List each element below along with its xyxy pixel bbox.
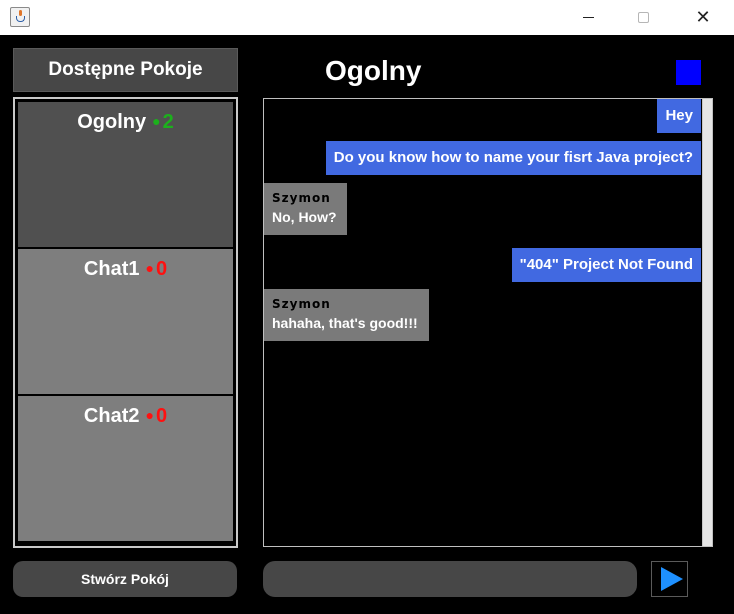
room-name: Chat2 [83,405,140,427]
message-sender: Szymon [272,191,331,205]
minimize-icon [582,17,594,18]
minimize-button[interactable] [565,0,611,35]
message-bubble-received: Szymon hahaha, that's good!!! [264,289,429,341]
room-name: Ogolny [77,111,147,133]
maximize-button[interactable] [620,0,666,35]
close-icon: ✕ [695,7,711,28]
status-indicator [676,60,701,85]
message-bubble-sent: Hey [657,99,701,133]
chat-title: Ogolny [325,55,422,86]
room-item-chat2[interactable]: Chat2 ● 0 [17,395,234,542]
create-room-button[interactable]: Stwórz Pokój [13,561,237,597]
window-titlebar: ✕ [0,0,734,35]
room-user-count: 0 [155,405,168,427]
offline-dot-icon: ● [145,260,154,276]
room-user-count: 0 [155,258,168,280]
rooms-header: Dostępne Pokoje [13,48,238,92]
play-arrow-icon [660,567,683,591]
room-item-chat1[interactable]: Chat1 ● 0 [17,248,234,395]
close-button[interactable]: ✕ [680,0,726,35]
message-input[interactable] [263,561,637,597]
message-bubble-received: Szymon No, How? [264,183,347,235]
room-list: Ogolny ● 2 Chat1 ● 0 Chat2 ● 0 [13,97,238,548]
message-sender: Szymon [272,297,331,311]
chat-scrollbar[interactable] [702,99,712,546]
java-app-icon [10,7,30,27]
room-item-ogolny[interactable]: Ogolny ● 2 [17,101,234,248]
room-user-count: 2 [162,111,174,133]
chat-messages-panel[interactable]: Hey Do you know how to name your fisrt J… [263,98,713,547]
message-bubble-sent: Do you know how to name your fisrt Java … [325,141,701,175]
message-text: No, How? [272,209,337,225]
offline-dot-icon: ● [145,407,154,423]
online-dot-icon: ● [152,113,161,129]
message-bubble-sent: "404" Project Not Found [511,248,701,282]
message-text: hahaha, that's good!!! [272,315,418,331]
room-name: Chat1 [83,258,140,280]
send-button[interactable] [651,561,688,597]
maximize-icon [637,12,649,23]
